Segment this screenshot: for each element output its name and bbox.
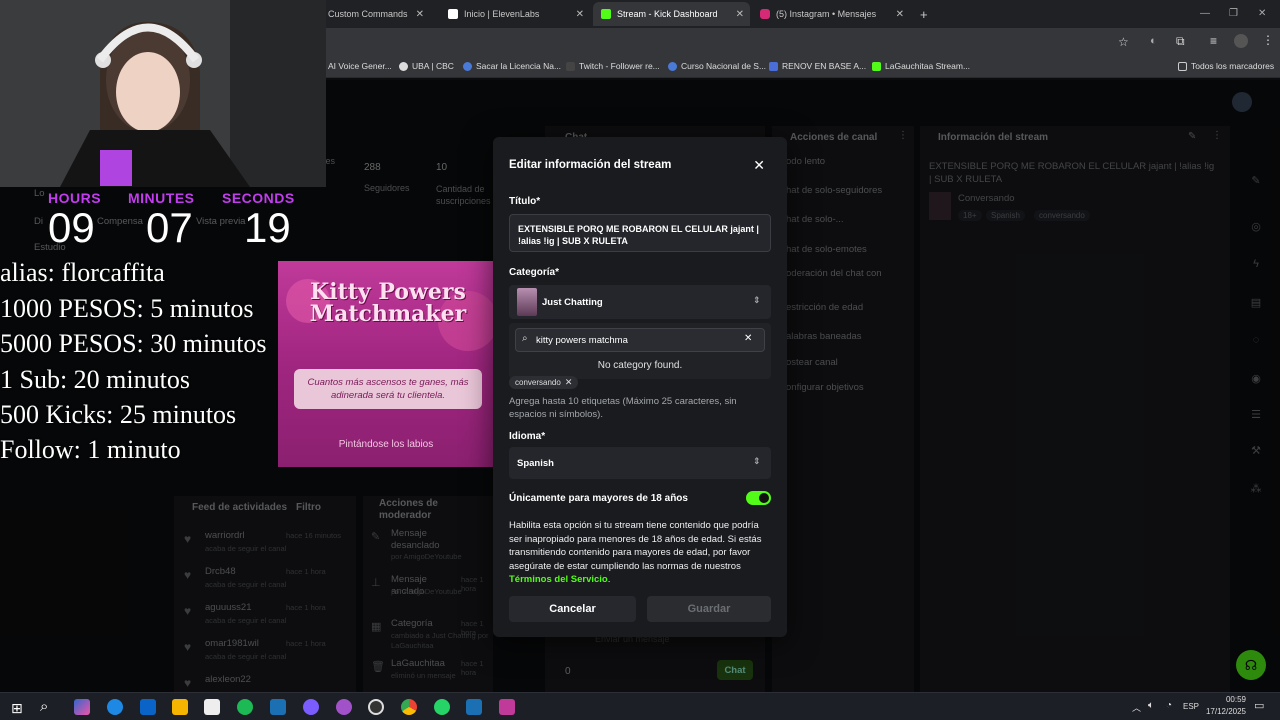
overlay-line: 1 Sub: 20 minutos	[0, 365, 190, 394]
extension-icon[interactable]: ◐	[1150, 35, 1157, 47]
chrome-icon[interactable]	[401, 699, 417, 715]
edge-icon[interactable]	[107, 699, 123, 715]
overlay-alias: alias: florcaffita	[0, 258, 165, 287]
chevron-up-icon[interactable]: ︿	[1132, 701, 1141, 714]
bookmark-item[interactable]: RENOV EN BASE A...	[769, 61, 866, 71]
notification-icon[interactable]: ▭	[1254, 699, 1264, 712]
game-footer: Pintándose los labios	[338, 439, 434, 450]
remove-tag-icon[interactable]: ✕	[565, 377, 573, 388]
close-icon[interactable]: ✕	[576, 9, 584, 20]
overlay-line: 5000 PESOS: 30 minutos	[0, 329, 267, 358]
bookmark-item[interactable]: Twitch - Follower re...	[566, 61, 660, 71]
close-window-icon[interactable]: ✕	[1258, 8, 1266, 19]
category-search-input[interactable]: ⌕ kitty powers matchma ✕	[515, 328, 765, 352]
close-icon[interactable]: ✕	[416, 9, 424, 20]
instagram-icon	[760, 9, 770, 19]
clock-time[interactable]: 00:59	[1206, 695, 1246, 704]
tab-instagram[interactable]: (5) Instagram • Mensajes ✕	[752, 2, 910, 26]
app-icon[interactable]	[303, 699, 319, 715]
timer-hours: 09	[48, 204, 95, 251]
webcam-feed	[0, 0, 326, 187]
windows-taskbar: ⊞ ⌕ ︿ 🔈︎ ◔ ESP 00:59 17/12/2025 ▭	[0, 692, 1280, 720]
clock-date[interactable]: 17/12/2025	[1200, 707, 1246, 716]
store-icon[interactable]	[204, 699, 220, 715]
menu-icon[interactable]: ⋮	[1262, 33, 1274, 47]
tab-custom-commands[interactable]: Custom Commands ✕	[320, 2, 430, 26]
tos-link[interactable]: Términos del Servicio	[509, 574, 608, 585]
game-overlay: Kitty Powers Matchmaker Cuantos más asce…	[278, 261, 494, 467]
category-label: Categoría*	[509, 267, 560, 278]
tag-chip: conversando ✕	[509, 376, 579, 389]
windows-start-icon[interactable]: ⊞	[11, 700, 23, 717]
overlay-line: Follow: 1 minuto	[0, 435, 181, 464]
language-select[interactable]: Spanish ⇕	[509, 447, 771, 479]
game-title: Kitty Powers Matchmaker	[309, 279, 467, 327]
bookmark-item[interactable]: Curso Nacional de S...	[668, 61, 766, 71]
copilot-icon[interactable]	[74, 699, 90, 715]
search-icon[interactable]: ⌕	[40, 698, 48, 715]
title-input[interactable]: EXTENSIBLE PORQ ME ROBARON EL CELULAR ja…	[509, 214, 771, 252]
tab-label: Custom Commands	[328, 9, 408, 19]
cancel-button[interactable]: Cancelar	[509, 596, 636, 622]
steam-icon[interactable]	[270, 699, 286, 715]
tags-help: Agrega hasta 10 etiquetas (Máximo 25 car…	[509, 396, 737, 420]
minimize-icon[interactable]: —	[1200, 8, 1210, 19]
timer-seconds: 19	[244, 204, 291, 251]
tab-kick-dashboard[interactable]: Stream - Kick Dashboard ✕	[593, 2, 750, 26]
close-icon[interactable]: ✕	[753, 157, 765, 174]
spotify-icon[interactable]	[237, 699, 253, 715]
media-icon[interactable]: ≡	[1210, 34, 1217, 48]
folder-icon[interactable]	[172, 699, 188, 715]
steam-icon[interactable]	[466, 699, 482, 715]
bookmark-item[interactable]: LaGauchitaa Stream...	[872, 61, 970, 71]
save-button[interactable]: Guardar	[647, 596, 771, 622]
kick-icon	[601, 9, 611, 19]
no-results-text: No category found.	[597, 360, 683, 371]
new-tab-button[interactable]: +	[912, 2, 932, 26]
tab-label: Inicio | ElevenLabs	[464, 9, 540, 19]
streamer-image	[0, 0, 326, 187]
modal-title: Editar información del stream	[509, 159, 672, 171]
tab-label: (5) Instagram • Mensajes	[776, 9, 877, 19]
language-label: Idioma*	[509, 431, 546, 442]
search-icon: ⌕	[522, 333, 528, 344]
chevron-updown-icon: ⇕	[753, 295, 761, 305]
whatsapp-icon[interactable]	[434, 699, 450, 715]
all-bookmarks[interactable]: Todos los marcadores	[1178, 61, 1274, 71]
overlay-line: 1000 PESOS: 5 minutos	[0, 294, 254, 323]
game-icon[interactable]	[499, 699, 515, 715]
chevron-updown-icon: ⇕	[753, 456, 761, 466]
app-icon[interactable]	[336, 699, 352, 715]
obs-icon[interactable]	[368, 699, 384, 715]
timer-minutes: 07	[146, 204, 193, 251]
adult-toggle[interactable]	[746, 491, 771, 505]
speaker-icon[interactable]: 🔈︎	[1148, 700, 1154, 711]
adult-help: Habilita esta opción si tu stream tiene …	[509, 520, 762, 585]
category-thumb	[517, 288, 537, 316]
profile-avatar[interactable]	[1234, 34, 1248, 48]
bookmark-item[interactable]: AI Voice Gener...	[328, 61, 392, 71]
category-dropdown: ⌕ kitty powers matchma ✕ No category fou…	[509, 323, 771, 379]
close-icon[interactable]: ✕	[736, 9, 744, 20]
clear-search-icon[interactable]: ✕	[744, 333, 752, 344]
puzzle-icon[interactable]: ⧉	[1176, 34, 1185, 49]
restore-icon[interactable]: ❐	[1229, 8, 1238, 19]
title-label: Título*	[509, 196, 541, 207]
bookmark-item[interactable]: Sacar la Licencia Na...	[463, 61, 561, 71]
game-caption: Cuantos más ascensos te ganes, más adine…	[307, 377, 469, 401]
tab-label: Stream - Kick Dashboard	[617, 9, 718, 19]
outlook-icon[interactable]	[140, 699, 156, 715]
elevenlabs-icon	[448, 9, 458, 19]
tab-elevenlabs[interactable]: Inicio | ElevenLabs ✕	[440, 2, 590, 26]
star-icon[interactable]: ☆	[1118, 35, 1129, 49]
overlay-line: 500 Kicks: 25 minutos	[0, 400, 237, 429]
edit-stream-modal: Editar información del stream ✕ Título* …	[493, 137, 787, 637]
bookmark-item[interactable]: UBA | CBC	[399, 61, 454, 71]
adult-label: Únicamente para mayores de 18 años	[509, 493, 688, 504]
close-icon[interactable]: ✕	[896, 9, 904, 20]
category-select[interactable]: Just Chatting ⇕	[509, 285, 771, 319]
language-indicator[interactable]: ESP	[1183, 702, 1199, 711]
network-icon[interactable]: ◔	[1166, 700, 1172, 711]
